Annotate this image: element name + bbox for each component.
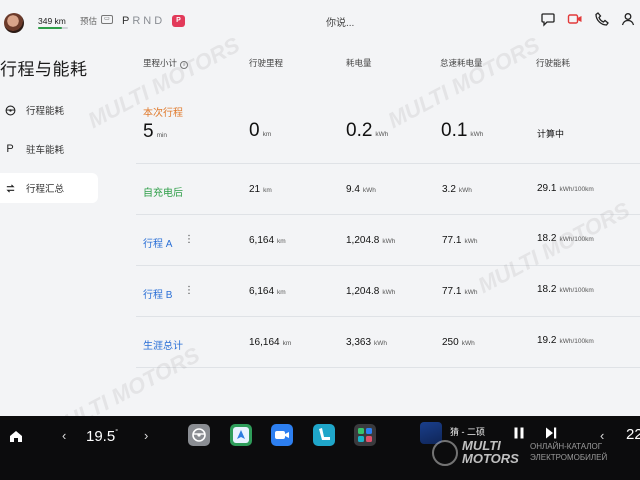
range-text: 349 km — [38, 16, 66, 26]
idle-energy-cell: 3.2 kWh — [442, 184, 472, 195]
preset-icon: ▭ — [101, 15, 113, 24]
row-divider — [136, 163, 640, 164]
sidebar-item-trip-energy[interactable]: 行程能耗 — [0, 95, 98, 125]
temp-up-button[interactable]: › — [144, 428, 148, 443]
battery-range-fill — [38, 27, 62, 29]
column-header-consumption: 行驶能耗 — [536, 58, 571, 68]
sidebar-item-label: 驻车能耗 — [26, 145, 65, 156]
temp-down-button[interactable]: ‹ — [62, 428, 66, 443]
energy-cell: 1,204.8 kWh — [346, 286, 396, 297]
page-title: 行程与能耗 — [0, 60, 88, 79]
row-divider — [136, 265, 640, 266]
watermark-brand: MULTI MOTORS — [462, 438, 519, 466]
preset-label: 预估 — [80, 16, 98, 26]
distance-cell: 0 km — [249, 120, 272, 141]
phone-icon[interactable] — [594, 11, 610, 27]
gear-r: R — [132, 15, 144, 27]
idle-energy-cell: 0.1 kWh — [441, 120, 484, 141]
home-icon[interactable] — [8, 428, 24, 444]
sidebar-item-trip-summary[interactable]: 行程汇总 — [0, 173, 98, 203]
idle-energy-cell: 250 kWh — [442, 337, 475, 348]
avatar[interactable] — [4, 13, 24, 33]
energy-cell: 0.2 kWh — [346, 120, 389, 141]
steering-wheel-icon — [4, 104, 16, 116]
seat-app-icon[interactable] — [313, 424, 335, 446]
sidebar-item-parking-energy[interactable]: P 驻车能耗 — [0, 134, 98, 164]
energy-cell: 3,363 kWh — [346, 337, 388, 348]
energy-cell: 1,204.8 kWh — [346, 235, 396, 246]
status-bar: 349 km 预估 ▭ PRND P 你说... — [0, 0, 640, 34]
sidebar-item-label: 行程汇总 — [26, 184, 65, 195]
row-divider — [136, 367, 640, 368]
column-header-subtotal: 里程小计 i — [143, 57, 189, 69]
park-badge: P — [172, 15, 185, 27]
consumption-cell: 18.2 kWh/100km — [537, 284, 594, 295]
watermark: MULTI MOTORS — [43, 342, 204, 416]
watermark-logo: MULTI MOTORS ОНЛАЙН-КАТАЛОГ ЭЛЕКТРОМОБИЛЕЙ — [432, 436, 638, 472]
energy-cell: 9.4 kWh — [346, 184, 376, 195]
row-label: 自充电后 — [143, 188, 183, 199]
distance-cell: 21 km — [249, 184, 272, 195]
gear-indicator: PRND — [122, 15, 165, 27]
voice-prompt[interactable]: 你说... — [326, 14, 354, 29]
navigation-app-icon[interactable] — [230, 424, 252, 446]
column-header-distance: 行驶里程 — [249, 58, 284, 68]
row-label: 行程 B — [143, 290, 173, 301]
gear-p: P — [122, 15, 133, 27]
steering-app-icon[interactable] — [188, 424, 210, 446]
watermark-logo-mark — [432, 440, 458, 466]
trip-energy-screen: 349 km 预估 ▭ PRND P 你说... 行程与能耗 行程能耗 P 驻车… — [0, 0, 640, 416]
distance-cell: 6,164 km — [249, 286, 286, 297]
video-call-app-icon[interactable] — [271, 424, 293, 446]
gear-n: N — [143, 15, 155, 27]
camera-record-icon[interactable] — [567, 11, 583, 27]
row-divider — [136, 214, 640, 215]
driver-temperature: 19.5° — [86, 428, 119, 445]
distance-cell: 16,164 km — [249, 337, 292, 348]
more-options-icon[interactable]: ⋮ — [184, 234, 194, 245]
battery-range-bar — [38, 27, 68, 29]
distance-cell: 6,164 km — [249, 235, 286, 246]
idle-energy-cell: 77.1 kWh — [442, 286, 478, 297]
chat-icon[interactable] — [540, 11, 556, 27]
more-options-icon[interactable]: ⋮ — [184, 285, 194, 296]
watermark: MULTI MOTORS — [383, 32, 544, 133]
parking-p-icon: P — [6, 143, 14, 155]
column-header-idle-energy: 怠速耗电量 — [440, 58, 483, 68]
idle-energy-cell: 77.1 kWh — [442, 235, 478, 246]
user-icon[interactable] — [620, 11, 636, 27]
row-label: 行程 A — [143, 239, 173, 250]
consumption-cell: 29.1 kWh/100km — [537, 183, 594, 194]
multi-app-icon[interactable] — [354, 424, 376, 446]
row-label: 本次行程 — [143, 108, 183, 119]
consumption-cell: 18.2 kWh/100km — [537, 233, 594, 244]
consumption-cell: 19.2 kWh/100km — [537, 335, 594, 346]
watermark-subtitle: ОНЛАЙН-КАТАЛОГ ЭЛЕКТРОМОБИЛЕЙ — [530, 442, 608, 462]
swap-arrows-icon — [4, 182, 16, 194]
gear-d: D — [154, 15, 166, 27]
info-icon[interactable]: i — [180, 61, 189, 69]
sidebar-item-label: 行程能耗 — [26, 106, 65, 117]
trip-duration: 5 min — [143, 121, 168, 142]
consumption-cell: 计算中 — [537, 129, 565, 139]
row-label: 生涯总计 — [143, 341, 183, 352]
row-divider — [136, 316, 640, 317]
column-header-energy: 耗电量 — [346, 58, 372, 68]
